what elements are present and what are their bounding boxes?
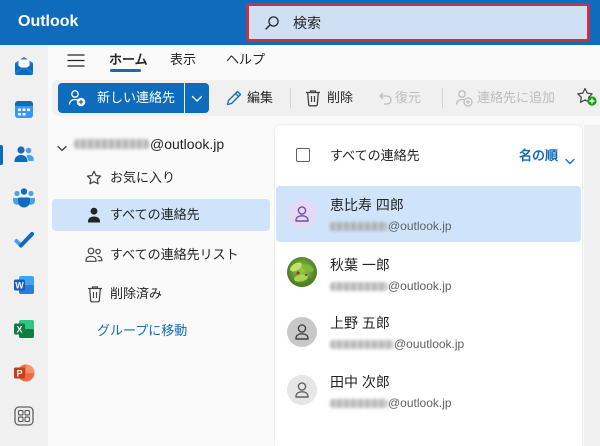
- rail-excel-button[interactable]: X: [6, 312, 42, 348]
- contact-email-domain: @ouutlook.jp: [394, 337, 465, 351]
- delete-label: 削除: [327, 90, 354, 105]
- trash-icon: [305, 89, 321, 107]
- contact-row[interactable]: 秋葉 一郎 @outlook.jp: [276, 244, 581, 300]
- avatar-photo: [287, 257, 317, 287]
- rail-teams-button[interactable]: [6, 180, 42, 216]
- rail-mail-button[interactable]: [6, 49, 42, 85]
- add-favorite-button[interactable]: [576, 87, 598, 109]
- excel-logo-letter: X: [16, 324, 22, 334]
- add-to-contacts-label: 連絡先に追加: [477, 90, 556, 105]
- search-input[interactable]: [293, 6, 583, 39]
- select-all-checkbox[interactable]: [296, 148, 310, 162]
- star-icon: [86, 170, 102, 186]
- excel-icon: X: [13, 318, 35, 343]
- restore-button[interactable]: 復元: [372, 86, 432, 110]
- account-header[interactable]: @outlook.jp: [52, 132, 270, 156]
- rail-todo-button[interactable]: [6, 223, 42, 259]
- delete-button[interactable]: 削除: [300, 86, 360, 110]
- star-add-icon: [576, 87, 598, 110]
- powerpoint-logo-letter: P: [16, 368, 22, 378]
- folder-all-contacts[interactable]: すべての連絡先: [52, 199, 270, 231]
- teams-icon: [12, 186, 36, 211]
- redacted-email-user: [330, 222, 388, 231]
- tab-help[interactable]: ヘルプ: [226, 52, 265, 68]
- rail-word-button[interactable]: W: [6, 268, 42, 304]
- contact-email-domain: @outlook.jp: [388, 396, 452, 410]
- app-title[interactable]: Outlook: [18, 12, 78, 32]
- search-box[interactable]: [246, 3, 590, 42]
- contact-name: 上野 五郎: [330, 315, 390, 331]
- mail-icon: [12, 54, 36, 81]
- redacted-email-user: [330, 399, 388, 408]
- hamburger-icon[interactable]: [67, 54, 85, 67]
- contact-email-domain: @outlook.jp: [388, 279, 452, 293]
- new-contact-button[interactable]: 新しい連絡先: [58, 83, 184, 113]
- calendar-icon: [13, 98, 35, 123]
- add-to-contacts-button[interactable]: 連絡先に追加: [452, 86, 566, 110]
- chevron-down-icon: [57, 140, 67, 152]
- new-contact-label: 新しい連絡先: [97, 90, 176, 105]
- person-add-icon: [455, 89, 473, 107]
- rail-calendar-button[interactable]: [6, 92, 42, 128]
- avatar: [287, 199, 317, 229]
- people-list-icon: [85, 247, 103, 263]
- avatar: [287, 375, 317, 405]
- powerpoint-icon: P: [13, 362, 35, 387]
- pencil-icon: [225, 89, 243, 107]
- toolbar-separator: [442, 88, 443, 108]
- folder-label: すべての連絡先: [110, 207, 200, 222]
- apps-icon: [13, 405, 35, 430]
- tab-home-indicator: [110, 69, 141, 72]
- chevron-down-icon: [191, 91, 203, 106]
- redacted-email-user: [330, 340, 394, 349]
- sort-label: 名の順: [519, 148, 559, 163]
- folder-contact-lists[interactable]: すべての連絡先リスト: [52, 239, 270, 271]
- contact-row[interactable]: 田中 次郎 @outlook.jp: [276, 362, 581, 418]
- avatar: [287, 317, 317, 347]
- search-icon: [264, 15, 280, 31]
- contact-email-domain: @outlook.jp: [388, 219, 452, 233]
- rail-people-button[interactable]: [6, 137, 42, 173]
- rail-apps-button[interactable]: [6, 399, 42, 435]
- sort-button[interactable]: 名の順: [517, 146, 579, 166]
- contact-row[interactable]: 上野 五郎 @ouutlook.jp: [276, 304, 581, 360]
- people-icon: [13, 143, 35, 168]
- contact-name: 秋葉 一郎: [330, 257, 390, 273]
- undo-icon: [377, 90, 393, 106]
- restore-label: 復元: [395, 90, 422, 105]
- trash-icon: [87, 285, 103, 303]
- list-header-title: すべての連絡先: [330, 148, 420, 163]
- edit-label: 編集: [247, 90, 274, 105]
- contact-row[interactable]: 恵比寿 四郎 @outlook.jp: [276, 186, 581, 242]
- edit-button[interactable]: 編集: [222, 86, 282, 110]
- account-address: @outlook.jp: [150, 136, 225, 152]
- redacted-account-name: [74, 139, 149, 149]
- contact-name: 田中 次郎: [330, 374, 390, 390]
- folder-label: お気に入り: [110, 170, 176, 185]
- word-icon: W: [13, 274, 35, 299]
- rail-active-indicator: [0, 145, 3, 165]
- tab-view[interactable]: 表示: [170, 52, 196, 68]
- word-logo-letter: W: [15, 280, 24, 290]
- rail-powerpoint-button[interactable]: P: [6, 356, 42, 392]
- folder-favorites[interactable]: お気に入り: [52, 162, 270, 194]
- folder-deleted[interactable]: 削除済み: [52, 278, 270, 310]
- person-icon: [87, 207, 101, 223]
- contact-name: 恵比寿 四郎: [330, 197, 404, 213]
- new-contact-dropdown-button[interactable]: [185, 83, 209, 113]
- todo-icon: [13, 229, 35, 254]
- redacted-email-user: [330, 282, 388, 291]
- folder-label: すべての連絡先リスト: [110, 247, 239, 262]
- person-add-icon: [68, 89, 86, 107]
- tab-home[interactable]: ホーム: [109, 52, 148, 68]
- reading-pane-edge: [584, 125, 600, 446]
- chevron-down-icon: [565, 153, 575, 165]
- folder-label: 削除済み: [110, 286, 163, 301]
- go-to-groups-link[interactable]: グループに移動: [97, 323, 187, 339]
- toolbar-separator: [290, 88, 291, 108]
